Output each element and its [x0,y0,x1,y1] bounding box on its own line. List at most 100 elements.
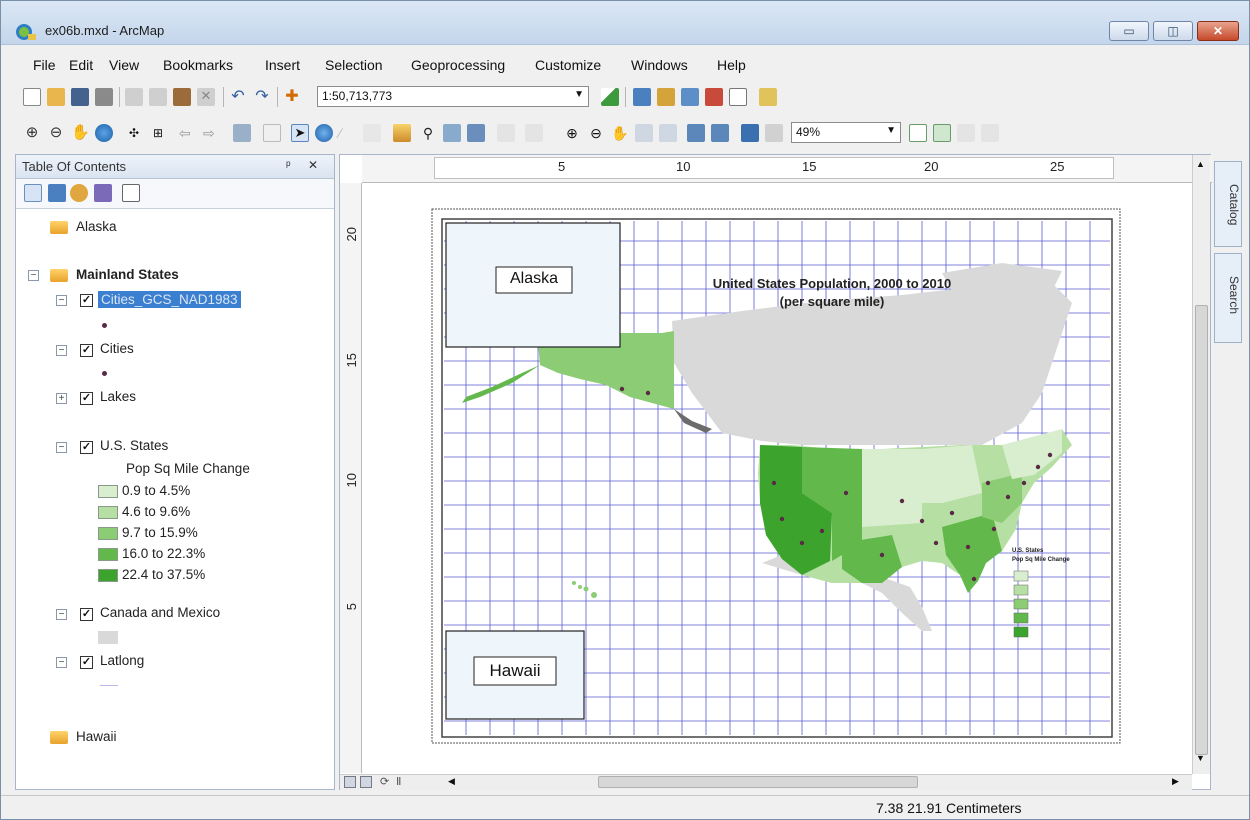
layer-cities-gcs[interactable]: Cities_GCS_NAD1983 [98,291,241,308]
select-features-icon[interactable] [233,124,251,142]
time-slider-icon[interactable] [467,124,485,142]
layer-mainland-states[interactable]: Mainland States [76,267,179,282]
menu-file[interactable]: File [33,57,56,73]
focus-data-frame-icon[interactable] [933,124,951,142]
modelbuilder-icon[interactable] [759,88,777,106]
close-button[interactable]: ✕ [1197,21,1239,41]
search-window-icon[interactable] [681,88,699,106]
visibility-checkbox[interactable]: ✓ [80,392,93,405]
pin-icon[interactable]: ᵖ [286,158,291,172]
collapse-icon[interactable]: − [28,270,39,281]
select-elements-icon[interactable]: ➤ [291,124,309,142]
toggle-draft-icon[interactable] [909,124,927,142]
paste-icon[interactable] [173,88,191,106]
menu-bookmarks[interactable]: Bookmarks [163,57,233,73]
fixed-zoom-in-layout-icon[interactable] [687,124,705,142]
menu-insert[interactable]: Insert [265,57,300,73]
layout-pan-icon[interactable]: ✋ [611,124,629,142]
scale-combo[interactable]: 1:50,713,773 ▼ [317,86,589,107]
zoom-percent-combo[interactable]: 49% ▼ [791,122,901,143]
layer-canada-mexico[interactable]: Canada and Mexico [100,605,220,620]
menu-edit[interactable]: Edit [69,57,93,73]
python-icon[interactable] [729,88,747,106]
layout-zoom-out-icon[interactable]: ⊖ [587,124,605,142]
zoom-100-icon[interactable] [659,124,677,142]
pause-icon[interactable]: Ⅱ [396,775,401,788]
search-tab[interactable]: Search [1214,253,1242,343]
arctoolbox-icon[interactable] [705,88,723,106]
layer-hawaii[interactable]: Hawaii [76,729,117,744]
measure-icon[interactable] [393,124,411,142]
redo-icon[interactable]: ↷ [253,88,271,106]
layout-page[interactable]: United States Population, 2000 to 2010 (… [362,183,1192,773]
list-by-source-icon[interactable] [48,184,66,202]
catalog-tab[interactable]: Catalog [1214,161,1242,247]
viewer-icon[interactable] [497,124,515,142]
list-by-visibility-icon[interactable] [70,184,88,202]
forward-icon[interactable]: ⇨ [203,124,221,142]
overview-icon[interactable] [525,124,543,142]
zoom-whole-page-icon[interactable] [635,124,653,142]
layout-zoom-in-icon[interactable]: ⊕ [563,124,581,142]
collapse-icon[interactable]: − [56,345,67,356]
clear-selection-icon[interactable] [263,124,281,142]
layout-view-icon[interactable] [360,776,372,788]
data-view-icon[interactable] [344,776,356,788]
restore-button[interactable]: ◫ [1153,21,1193,41]
menu-geoprocessing[interactable]: Geoprocessing [411,57,505,73]
vertical-scroll-thumb[interactable] [1195,305,1208,755]
save-icon[interactable] [71,88,89,106]
editor-icon[interactable] [601,88,619,106]
layer-us-states[interactable]: U.S. States [100,438,168,453]
scroll-right-icon[interactable]: ▶ [1172,776,1179,787]
zoom-in-icon[interactable]: ⊕ [23,124,41,142]
menu-help[interactable]: Help [717,57,746,73]
horizontal-scrollbar[interactable]: ⟳ Ⅱ ◀ ▶ [340,774,1192,790]
visibility-checkbox[interactable]: ✓ [80,294,93,307]
menu-view[interactable]: View [109,57,139,73]
chevron-down-icon[interactable]: ▼ [886,125,896,136]
menu-windows[interactable]: Windows [631,57,688,73]
expand-icon[interactable]: + [56,393,67,404]
horizontal-scroll-thumb[interactable] [598,776,918,788]
layer-alaska[interactable]: Alaska [76,219,117,234]
pan-icon[interactable]: ✋ [71,124,90,142]
undo-icon[interactable]: ↶ [229,88,247,106]
change-layout-icon[interactable] [957,124,975,142]
chevron-down-icon[interactable]: ▼ [574,89,584,100]
back-icon[interactable]: ⇦ [179,124,197,142]
next-extent-icon[interactable] [765,124,783,142]
visibility-checkbox[interactable]: ✓ [80,656,93,669]
vertical-scrollbar[interactable]: ▲ ▼ [1192,155,1210,774]
fixed-zoom-out-icon[interactable]: ⊞ [149,124,167,142]
new-document-icon[interactable] [23,88,41,106]
html-popup-icon[interactable]: ⁄ [339,124,357,142]
hyperlink-icon[interactable] [363,124,381,142]
visibility-checkbox[interactable]: ✓ [80,344,93,357]
list-by-drawing-order-icon[interactable] [24,184,42,202]
refresh-icon[interactable]: ⟳ [380,775,389,788]
layer-latlong[interactable]: Latlong [100,653,144,668]
find-icon[interactable]: ⚲ [419,124,437,142]
minimize-button[interactable]: ▭ [1109,21,1149,41]
full-extent-icon[interactable] [95,124,113,142]
scroll-left-icon[interactable]: ◀ [448,776,455,787]
scroll-down-icon[interactable]: ▼ [1196,753,1205,763]
scroll-up-icon[interactable]: ▲ [1196,159,1205,169]
fixed-zoom-out-layout-icon[interactable] [711,124,729,142]
previous-extent-icon[interactable] [741,124,759,142]
catalog-icon[interactable] [657,88,675,106]
open-folder-icon[interactable] [47,88,65,106]
data-driven-pages-icon[interactable] [981,124,999,142]
visibility-checkbox[interactable]: ✓ [80,608,93,621]
fixed-zoom-in-icon[interactable]: ✣ [125,124,143,142]
layer-lakes[interactable]: Lakes [100,389,136,404]
copy-icon[interactable] [149,88,167,106]
table-icon[interactable] [633,88,651,106]
go-to-xy-icon[interactable] [443,124,461,142]
collapse-icon[interactable]: − [56,295,67,306]
list-by-selection-icon[interactable] [94,184,112,202]
menu-selection[interactable]: Selection [325,57,383,73]
collapse-icon[interactable]: − [56,442,67,453]
options-icon[interactable] [122,184,140,202]
